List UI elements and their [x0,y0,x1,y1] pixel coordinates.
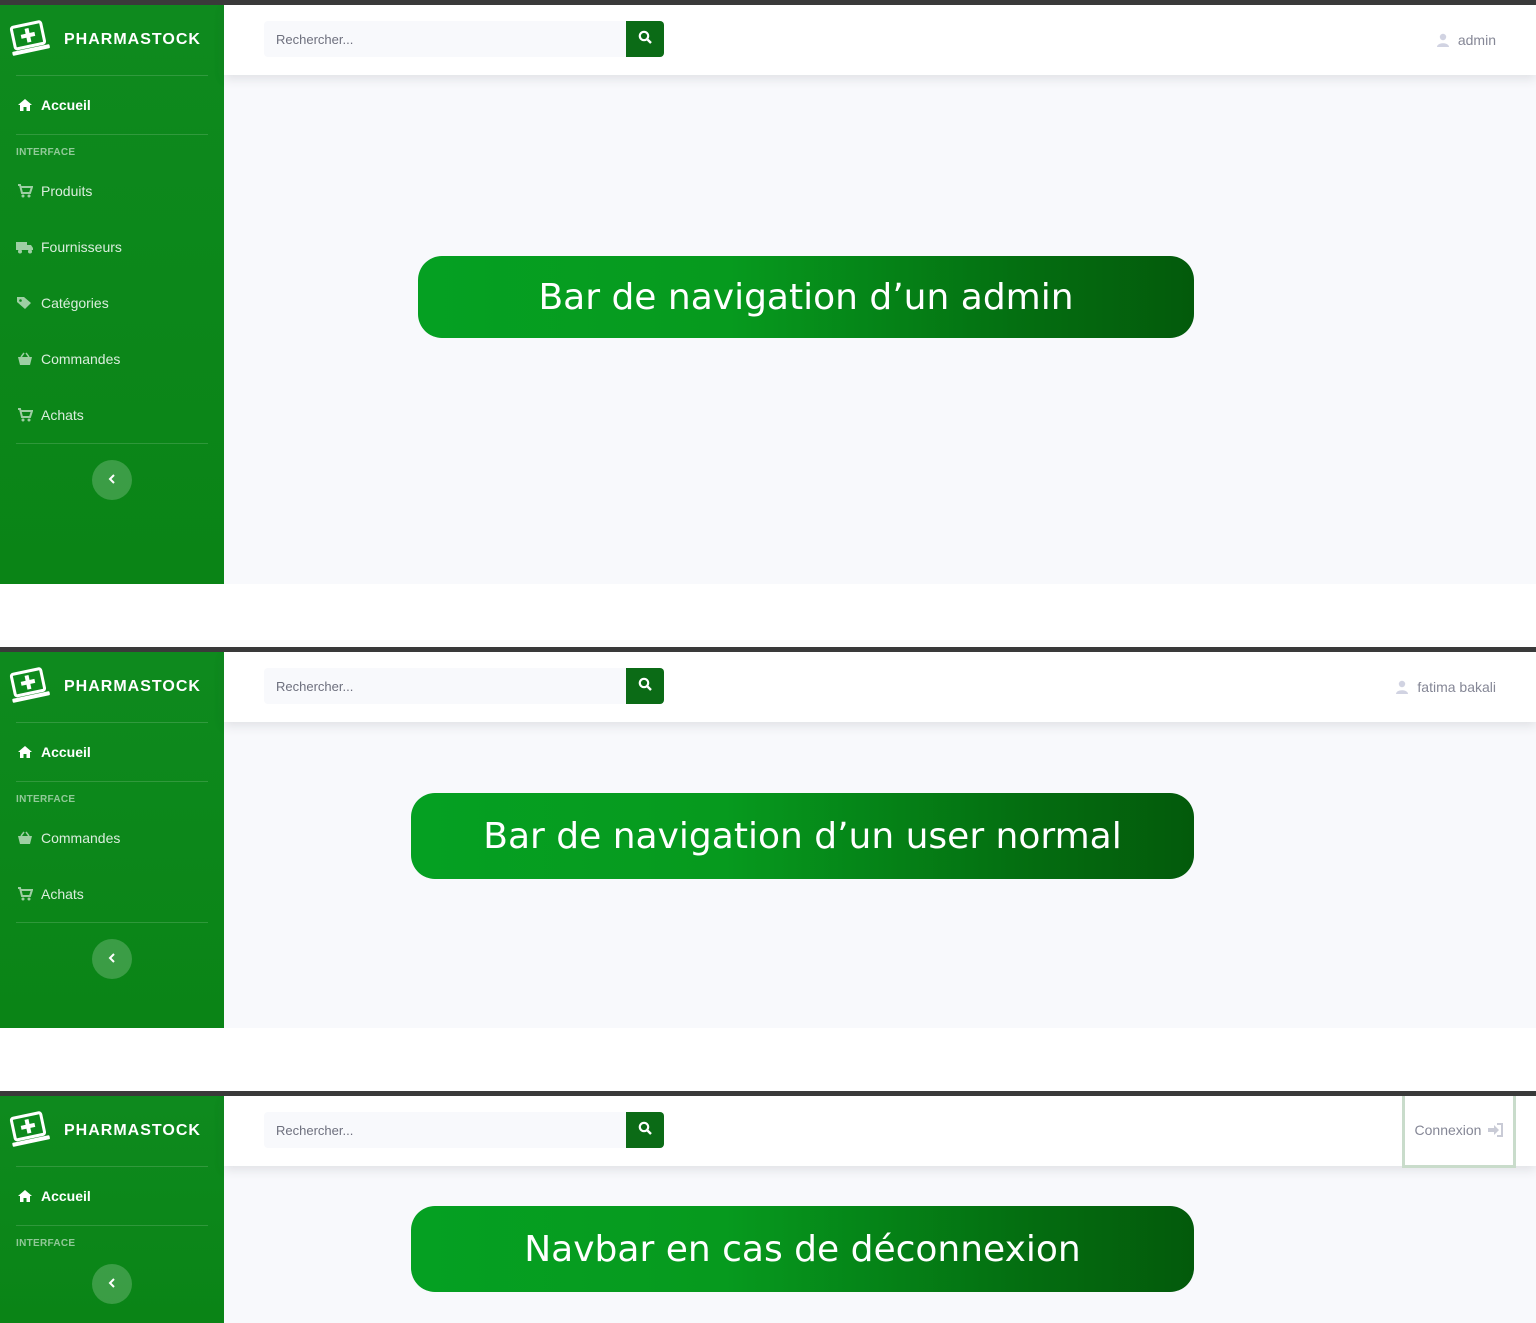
sidebar-item-commandes[interactable]: Commandes [0,331,224,387]
search-bar: Rechercher... [264,668,664,704]
search-input[interactable]: Rechercher... [264,21,626,57]
sidebar-item-label: Produits [41,183,93,199]
home-icon [16,98,34,112]
brand-name: PHARMASTOCK [64,31,201,48]
login-button[interactable]: Connexion [1402,1096,1516,1168]
sidebar-item-label: Achats [41,886,84,902]
sidebar: PHARMASTOCK Accueil INTERFACE Produits F… [0,5,224,584]
sidebar-toggle-button[interactable] [92,460,132,500]
sidebar-toggle-button[interactable] [92,939,132,979]
user-menu[interactable]: fatima bakali [1396,652,1496,722]
sign-in-icon [1487,1122,1504,1137]
sidebar-toggle-button[interactable] [92,1264,132,1304]
home-icon [16,1189,34,1203]
sidebar-item-fournisseurs[interactable]: Fournisseurs [0,219,224,275]
topbar: Rechercher... Connexion [224,1096,1536,1168]
chevron-left-icon [108,471,116,489]
user-menu[interactable]: admin [1436,5,1496,75]
sidebar-item-label: Fournisseurs [41,239,122,255]
home-icon [16,745,34,759]
search-input[interactable]: Rechercher... [264,1112,626,1148]
sidebar-item-label: Accueil [41,744,91,760]
sidebar-brand[interactable]: PHARMASTOCK [0,5,224,75]
pharmacy-laptop-logo-icon [8,667,52,707]
sidebar-section-heading: INTERFACE [16,1238,76,1249]
user-icon [1396,680,1409,694]
search-button[interactable] [626,668,664,704]
user-icon [1436,33,1449,47]
user-name: admin [1457,32,1496,48]
user-name: fatima bakali [1417,679,1496,695]
logged-out-navbar-panel: PHARMASTOCK Accueil INTERFACE Rechercher… [0,1091,1536,1323]
sidebar-item-commandes[interactable]: Commandes [0,810,224,866]
search-icon [638,30,652,49]
search-button[interactable] [626,21,664,57]
basket-icon [16,352,34,366]
search-bar: Rechercher... [264,21,664,57]
sidebar-divider [16,922,208,923]
search-icon [638,677,652,696]
sidebar-section-heading: INTERFACE [16,794,76,805]
sidebar-item-label: Accueil [41,97,91,113]
search-bar: Rechercher... [264,1112,664,1148]
search-input[interactable]: Rechercher... [264,668,626,704]
brand-name: PHARMASTOCK [64,1122,201,1139]
caption-banner: Navbar en cas de déconnexion [411,1206,1194,1292]
search-button[interactable] [626,1112,664,1148]
sidebar: PHARMASTOCK Accueil INTERFACE [0,1096,224,1323]
cart-icon [16,184,34,198]
sidebar-item-accueil[interactable]: Accueil [0,1167,224,1225]
topbar: Rechercher... admin [224,5,1536,75]
truck-icon [16,240,34,254]
chevron-left-icon [108,950,116,968]
sidebar-item-label: Commandes [41,830,121,846]
sidebar-item-label: Catégories [41,295,109,311]
sidebar-item-accueil[interactable]: Accueil [0,76,224,134]
tags-icon [16,296,34,310]
basket-icon [16,831,34,845]
topbar: Rechercher... fatima bakali [224,652,1536,722]
sidebar-section-heading: INTERFACE [16,147,76,158]
sidebar-item-accueil[interactable]: Accueil [0,723,224,781]
pharmacy-laptop-logo-icon [8,1111,52,1151]
brand-name: PHARMASTOCK [64,678,201,695]
pharmacy-laptop-logo-icon [8,20,52,60]
sidebar-item-label: Commandes [41,351,121,367]
sidebar-divider [16,443,208,444]
sidebar-item-categories[interactable]: Catégories [0,275,224,331]
search-icon [638,1121,652,1140]
sidebar-item-label: Achats [41,407,84,423]
caption-banner: Bar de navigation d’un admin [418,256,1194,338]
admin-navbar-panel: PHARMASTOCK Accueil INTERFACE Produits F… [0,0,1536,584]
sidebar: PHARMASTOCK Accueil INTERFACE Commandes … [0,652,224,1028]
chevron-left-icon [108,1275,116,1293]
user-navbar-panel: PHARMASTOCK Accueil INTERFACE Commandes … [0,647,1536,1028]
sidebar-item-achats[interactable]: Achats [0,866,224,922]
cart-plus-icon [16,408,34,422]
sidebar-item-label: Accueil [41,1188,91,1204]
sidebar-item-achats[interactable]: Achats [0,387,224,443]
sidebar-brand[interactable]: PHARMASTOCK [0,1096,224,1166]
cart-plus-icon [16,887,34,901]
sidebar-brand[interactable]: PHARMASTOCK [0,652,224,722]
login-label: Connexion [1414,1121,1482,1138]
sidebar-item-produits[interactable]: Produits [0,163,224,219]
caption-banner: Bar de navigation d’un user normal [411,793,1194,879]
